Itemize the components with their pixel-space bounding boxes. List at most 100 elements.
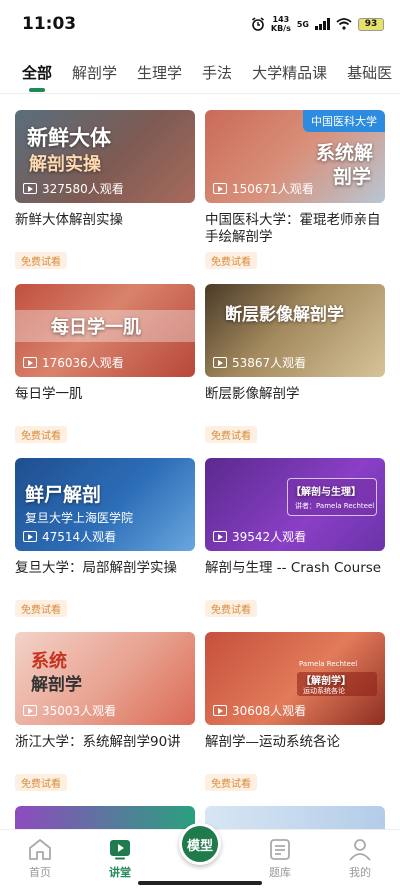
thumbnail-lecturer: Pamela Rechteel xyxy=(299,660,358,668)
thumbnail-title: 新鲜大体 xyxy=(27,126,111,150)
free-trial-badge: 免费试看 xyxy=(15,600,67,617)
tab-physiology[interactable]: 生理学 xyxy=(137,58,182,93)
course-thumbnail[interactable]: 每日学一肌 176036人观看 xyxy=(15,284,195,377)
university-tag: 中国医科大学 xyxy=(303,110,385,132)
course-card[interactable]: 系统 解剖学 35003人观看 浙江大学：系统解剖学90讲 免费试看 xyxy=(15,632,195,806)
nav-label: 题库 xyxy=(269,866,291,879)
course-title[interactable]: 解剖学—运动系统各论 xyxy=(205,734,385,768)
view-count-text: 39542人观看 xyxy=(232,530,307,544)
tab-basic-medicine[interactable]: 基础医 xyxy=(347,58,392,93)
play-icon xyxy=(213,705,227,716)
view-count-text: 327580人观看 xyxy=(42,182,124,196)
play-icon xyxy=(23,705,37,716)
view-count: 53867人观看 xyxy=(213,354,306,371)
free-trial-badge: 免费试看 xyxy=(15,252,67,269)
course-card[interactable]: 鲜尸解剖 复旦大学上海医学院 47514人观看 复旦大学：局部解剖学实操 免费试… xyxy=(15,458,195,632)
thumbnail-title: 解剖实操 xyxy=(29,154,101,175)
tab-all[interactable]: 全部 xyxy=(22,58,52,93)
course-title[interactable]: 中国医科大学：霍琨老师亲自手绘解剖学 xyxy=(205,212,385,246)
question-bank-icon xyxy=(270,839,290,860)
network-speed-value: 143 xyxy=(272,15,290,24)
view-count: 150671人观看 xyxy=(213,180,314,197)
free-trial-badge: 免费试看 xyxy=(205,252,257,269)
free-trial-badge: 免费试看 xyxy=(205,426,257,443)
course-title[interactable]: 解剖与生理 -- Crash Course xyxy=(205,560,385,594)
view-count: 39542人观看 xyxy=(213,528,306,545)
nav-label: 讲堂 xyxy=(109,866,131,879)
play-icon xyxy=(213,357,227,368)
view-count-text: 176036人观看 xyxy=(42,356,124,370)
status-time: 11:03 xyxy=(22,14,77,34)
course-card[interactable]: 断层影像解剖学 53867人观看 断层影像解剖学 免费试看 xyxy=(205,284,385,458)
course-thumbnail[interactable]: 鲜尸解剖 复旦大学上海医学院 47514人观看 xyxy=(15,458,195,551)
model-icon: 模型 xyxy=(179,823,221,865)
view-count-text: 53867人观看 xyxy=(232,356,307,370)
thumbnail-subtitle: 复旦大学上海医学院 xyxy=(25,511,134,525)
course-card[interactable]: 新鲜大体 解剖实操 327580人观看 新鲜大体解剖实操 免费试看 xyxy=(15,110,195,284)
thumbnail-title: 每日学一肌 xyxy=(51,317,141,338)
course-title[interactable]: 新鲜大体解剖实操 xyxy=(15,212,195,246)
thumbnail-subtitle: 讲者：Pamela Rechteel xyxy=(295,502,375,510)
view-count: 327580人观看 xyxy=(23,180,124,197)
view-count: 176036人观看 xyxy=(23,354,124,371)
wifi-icon xyxy=(336,18,352,30)
tab-university-courses[interactable]: 大学精品课 xyxy=(252,58,327,93)
view-count-text: 35003人观看 xyxy=(42,704,117,718)
status-icons: 143 KB/s 5G 93 xyxy=(251,15,384,33)
free-trial-badge: 免费试看 xyxy=(15,426,67,443)
view-count: 35003人观看 xyxy=(23,702,116,719)
view-count-text: 150671人观看 xyxy=(232,182,314,196)
thumbnail-title: 【解剖学】 xyxy=(301,676,351,687)
thumbnail-title: 断层影像解剖学 xyxy=(225,305,344,325)
free-trial-badge: 免费试看 xyxy=(205,600,257,617)
course-thumbnail[interactable]: 中国医科大学 系统解 剖学 150671人观看 xyxy=(205,110,385,203)
bottom-nav: 首页 讲堂 模型 题库 我的 xyxy=(0,823,400,889)
thumbnail-title: 系统解 xyxy=(315,142,373,164)
course-title[interactable]: 每日学一肌 xyxy=(15,386,195,420)
profile-icon xyxy=(349,839,371,861)
network-type: 5G xyxy=(296,19,309,29)
course-grid: 新鲜大体 解剖实操 327580人观看 新鲜大体解剖实操 免费试看 中国医科大学… xyxy=(15,110,385,846)
course-card[interactable]: 【解剖与生理】 讲者：Pamela Rechteel 39542人观看 解剖与生… xyxy=(205,458,385,632)
alarm-icon xyxy=(251,17,264,31)
free-trial-badge: 免费试看 xyxy=(205,774,257,791)
lecture-icon xyxy=(110,840,130,860)
course-title[interactable]: 断层影像解剖学 xyxy=(205,386,385,420)
play-icon xyxy=(23,183,37,194)
course-thumbnail[interactable]: 断层影像解剖学 53867人观看 xyxy=(205,284,385,377)
thumbnail-title: 剖学 xyxy=(332,166,371,188)
nav-home[interactable]: 首页 xyxy=(0,830,80,889)
home-indicator xyxy=(138,881,262,885)
course-thumbnail[interactable]: 系统 解剖学 35003人观看 xyxy=(15,632,195,725)
network-speed: 143 KB/s xyxy=(271,15,291,33)
course-thumbnail[interactable]: Pamela Rechteel 【解剖学】 运动系统各论 30608人观看 xyxy=(205,632,385,725)
view-count: 47514人观看 xyxy=(23,528,116,545)
free-trial-badge: 免费试看 xyxy=(15,774,67,791)
play-icon xyxy=(213,531,227,542)
course-title[interactable]: 复旦大学：局部解剖学实操 xyxy=(15,560,195,594)
nav-label: 模型 xyxy=(186,838,213,854)
tab-techniques[interactable]: 手法 xyxy=(202,58,232,93)
course-card[interactable]: 中国医科大学 系统解 剖学 150671人观看 中国医科大学：霍琨老师亲自手绘解… xyxy=(205,110,385,284)
home-icon xyxy=(29,839,51,860)
view-count-text: 30608人观看 xyxy=(232,704,307,718)
status-bar: 11:03 143 KB/s 5G 93 xyxy=(0,0,400,48)
course-card[interactable]: 每日学一肌 176036人观看 每日学一肌 免费试看 xyxy=(15,284,195,458)
nav-label: 我的 xyxy=(349,866,371,879)
course-title[interactable]: 浙江大学：系统解剖学90讲 xyxy=(15,734,195,768)
thumbnail-title: 鲜尸解剖 xyxy=(25,484,102,506)
tab-anatomy[interactable]: 解剖学 xyxy=(72,58,117,93)
thumbnail-title: 解剖学 xyxy=(31,675,82,695)
nav-label: 首页 xyxy=(29,866,51,879)
nav-profile[interactable]: 我的 xyxy=(320,830,400,889)
signal-icon xyxy=(315,18,330,30)
view-count: 30608人观看 xyxy=(213,702,306,719)
course-thumbnail[interactable]: 【解剖与生理】 讲者：Pamela Rechteel 39542人观看 xyxy=(205,458,385,551)
network-speed-unit: KB/s xyxy=(270,24,291,33)
thumbnail-subtitle: 运动系统各论 xyxy=(303,687,345,695)
thumbnail-title: 【解剖与生理】 xyxy=(291,487,361,498)
course-card[interactable]: Pamela Rechteel 【解剖学】 运动系统各论 30608人观看 解剖… xyxy=(205,632,385,806)
course-thumbnail[interactable]: 新鲜大体 解剖实操 327580人观看 xyxy=(15,110,195,203)
play-icon xyxy=(213,183,227,194)
category-tabs: 全部 解剖学 生理学 手法 大学精品课 基础医 xyxy=(0,58,400,94)
